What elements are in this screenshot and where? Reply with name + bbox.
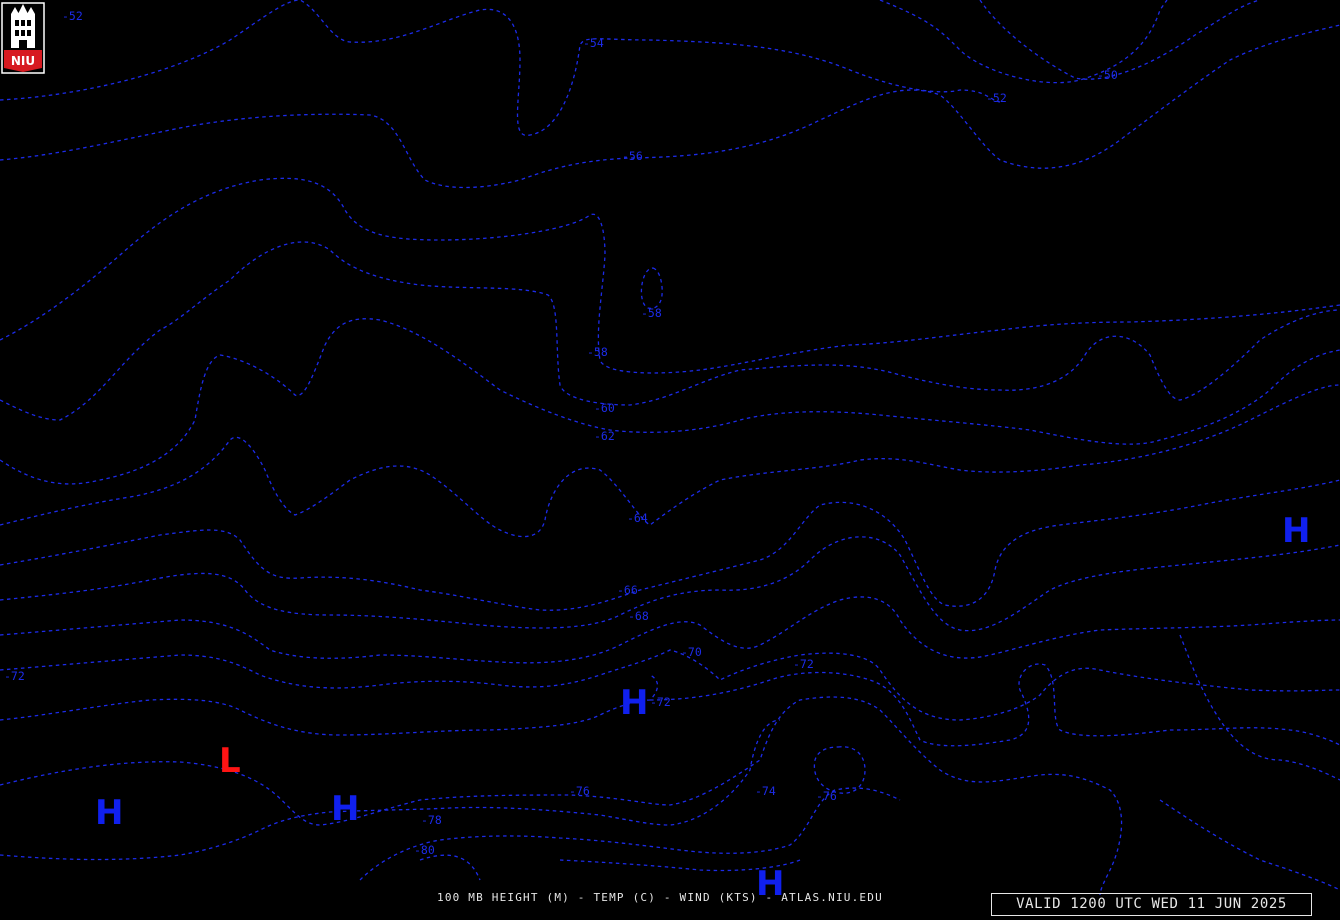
contour-label: -80 — [414, 843, 435, 857]
pressure-centers: H H L H H H — [95, 511, 1310, 904]
contour-label: -72 — [4, 669, 25, 683]
contour-line — [0, 479, 1340, 611]
contour-label: -58 — [587, 345, 608, 359]
high-pressure-marker: H — [1282, 511, 1310, 551]
tower-icon — [11, 4, 35, 48]
high-pressure-marker: H — [620, 683, 648, 723]
contour-label: -52 — [986, 91, 1007, 105]
contour-label: -52 — [62, 9, 83, 23]
contour-label: -78 — [421, 813, 442, 827]
contour-label: -66 — [617, 583, 638, 597]
contour-line — [0, 696, 1123, 896]
contour-label: -62 — [594, 429, 615, 443]
contour-label: -74 — [755, 784, 776, 798]
contour-label: -64 — [627, 511, 648, 525]
contour-line — [813, 746, 866, 794]
contour-label: -72 — [793, 657, 814, 671]
contour-line — [879, 0, 1168, 84]
contour-label: -70 — [681, 645, 702, 659]
contour-line — [1159, 799, 1340, 891]
high-pressure-marker: H — [95, 793, 123, 833]
contour-labels: -52 -54 -50 -52 -56 -58 -58 -60 -62 -64 … — [4, 9, 1118, 857]
map-caption: 100 MB HEIGHT (M) - TEMP (C) - WIND (KTS… — [437, 891, 883, 904]
weather-map: -52 -54 -50 -52 -56 -58 -58 -60 -62 -64 … — [0, 0, 1340, 904]
logo-text: NIU — [11, 54, 35, 68]
contour-label: -56 — [622, 149, 643, 163]
contour-label: -50 — [1097, 68, 1118, 82]
contour-line — [0, 596, 1340, 664]
temperature-contours — [0, 0, 1340, 896]
niu-logo: NIU — [1, 2, 45, 74]
contour-label: -72 — [650, 695, 671, 709]
contour-line — [0, 649, 1340, 721]
contour-line — [0, 384, 1340, 538]
contour-label: -58 — [641, 306, 662, 320]
contour-line — [979, 0, 1261, 80]
contour-line — [0, 0, 1001, 136]
contour-line — [419, 854, 801, 881]
contour-label: -54 — [583, 36, 604, 50]
contour-line — [0, 177, 1340, 374]
contour-line — [1179, 634, 1340, 781]
contour-label: -68 — [628, 609, 649, 623]
contour-label: -76 — [569, 784, 590, 798]
valid-time-box: VALID 1200 UTC WED 11 JUN 2025 — [991, 893, 1312, 916]
high-pressure-marker: H — [331, 789, 359, 829]
contour-label: -60 — [594, 401, 615, 415]
low-pressure-marker: L — [219, 741, 241, 781]
contour-line — [0, 719, 781, 861]
contour-line — [640, 267, 663, 310]
contour-line — [0, 24, 1340, 189]
contour-line — [0, 318, 1340, 485]
contour-line — [0, 536, 1340, 632]
contour-label: -76 — [816, 789, 837, 803]
contour-line — [0, 241, 1340, 421]
